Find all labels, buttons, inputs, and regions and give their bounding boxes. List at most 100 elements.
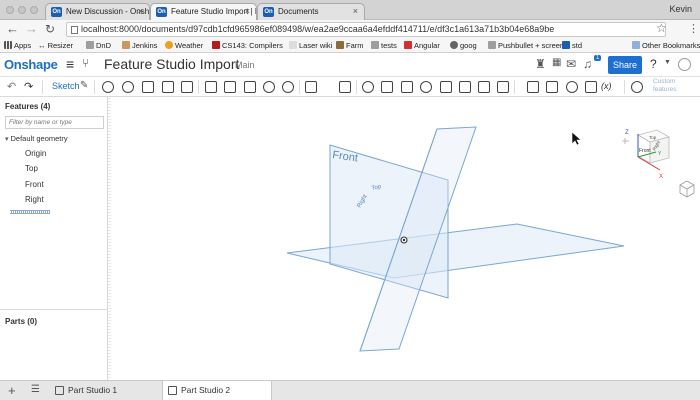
help-icon[interactable]: ? <box>650 57 657 71</box>
view-mode-icon[interactable] <box>679 180 695 198</box>
bookmark-tests[interactable]: tests <box>371 41 397 50</box>
close-tab-icon[interactable]: × <box>138 6 143 16</box>
feature-item-origin[interactable]: Origin <box>25 149 46 158</box>
app-store-icon[interactable]: ▦ <box>552 57 561 68</box>
rib-icon[interactable] <box>263 81 275 93</box>
tab-list-icon[interactable]: ☰ <box>31 384 40 395</box>
close-tab-icon[interactable]: × <box>353 6 358 16</box>
rollback-bar[interactable] <box>10 210 50 214</box>
fx-variable-button[interactable]: (x) <box>601 81 612 91</box>
mate-connector-icon[interactable] <box>546 81 558 93</box>
youtube-icon <box>404 41 412 49</box>
bookmark-resizer[interactable]: ↔ Resizer <box>38 41 73 50</box>
browser-tab[interactable]: On Documents × <box>257 3 365 20</box>
revolve-icon[interactable] <box>122 81 134 93</box>
undo-icon[interactable]: ↶ <box>7 80 16 93</box>
view-cube[interactable]: Top Front Right X Y Z <box>622 129 671 180</box>
pencil-icon[interactable]: ✎ <box>80 80 88 91</box>
comments-icon[interactable]: ✉ <box>566 57 576 71</box>
url-input[interactable]: localhost:8000/documents/d97cdb1cfd96598… <box>66 22 666 37</box>
helix-icon[interactable] <box>566 81 578 93</box>
loft-icon[interactable] <box>162 81 174 93</box>
x-axis-label: X <box>659 174 663 180</box>
default-geometry-group[interactable]: ▾ Default geometry <box>5 134 68 143</box>
view-rotate-arrow-icon[interactable] <box>622 138 629 144</box>
user-avatar-icon[interactable] <box>678 58 691 71</box>
onshape-logo[interactable]: Onshape <box>4 57 58 72</box>
bookmark-farm[interactable]: Farm <box>336 41 364 50</box>
boolean-icon[interactable] <box>362 81 374 93</box>
notifications-bell-icon[interactable]: ♫ <box>583 57 592 71</box>
bookmark-cs143[interactable]: CS143: Compilers <box>212 41 283 50</box>
bookmark-laser-wiki[interactable]: Laser wiki <box>289 41 332 50</box>
move-face-icon[interactable] <box>459 81 471 93</box>
browser-menu-icon[interactable]: ⋮ <box>688 22 699 35</box>
forward-arrow-icon[interactable]: → <box>25 21 38 37</box>
viewcube-front-label: Front <box>639 148 651 154</box>
bookmark-dnd[interactable]: DnD <box>86 41 111 50</box>
tab-part-studio-2[interactable]: Part Studio 2 <box>162 381 272 400</box>
bookmark-pushbullet[interactable]: Pushbullet + screen <box>488 41 564 50</box>
close-tab-icon[interactable]: × <box>245 6 250 16</box>
draft-icon[interactable] <box>244 81 256 93</box>
toolbar-divider <box>198 80 199 94</box>
minimize-window-button[interactable] <box>18 6 26 14</box>
bookmark-weather[interactable]: Weather <box>165 41 203 50</box>
custom-features-label[interactable]: Custom features <box>653 78 693 94</box>
modify-fillet-icon[interactable] <box>440 81 452 93</box>
chamfer-icon[interactable] <box>224 81 236 93</box>
browser-tab-active[interactable]: On Feature Studio Import | Pa × <box>150 3 257 21</box>
zoom-window-button[interactable] <box>30 6 38 14</box>
plane-icon[interactable] <box>527 81 539 93</box>
feature-filter-input[interactable] <box>5 116 104 129</box>
feature-list-panel: Features (4) ▾Default geometry Origin To… <box>0 97 108 380</box>
bookmark-other[interactable]: Other Bookmarks <box>632 41 700 50</box>
replace-face-icon[interactable] <box>478 81 490 93</box>
close-window-button[interactable] <box>6 6 14 14</box>
graphics-viewport[interactable]: Front Top Right Top Front Right X Y Z <box>111 97 700 380</box>
bookmark-std[interactable]: std <box>562 41 582 50</box>
browser-tab[interactable]: On New Discussion - Onshape × <box>45 3 150 20</box>
transform-icon[interactable] <box>401 81 413 93</box>
bookmark-apps[interactable]: Apps <box>4 41 31 50</box>
farm-icon <box>336 41 344 49</box>
thicken-icon[interactable] <box>181 81 193 93</box>
share-button[interactable]: Share <box>608 56 642 74</box>
pattern-icon[interactable] <box>305 81 317 93</box>
sketch-button[interactable]: Sketch <box>52 81 80 91</box>
add-tab-icon[interactable]: + <box>8 383 16 398</box>
offset-surface-icon[interactable] <box>497 81 509 93</box>
feature-item-top[interactable]: Top <box>25 164 38 173</box>
custom-feature-icon[interactable] <box>631 81 643 93</box>
chevron-down-icon[interactable]: ▼ <box>664 59 671 66</box>
viewport-canvas[interactable]: Front Top Right Top Front Right X Y Z <box>111 97 700 380</box>
bookmark-goog[interactable]: goog <box>450 41 477 50</box>
parts-divider[interactable] <box>0 309 108 310</box>
fillet-icon[interactable] <box>205 81 217 93</box>
variable-icon[interactable] <box>585 81 597 93</box>
bookmark-angular[interactable]: Angular <box>404 41 440 50</box>
reload-icon[interactable]: ↻ <box>45 21 55 37</box>
bookmark-jenkins[interactable]: Jenkins <box>122 41 157 50</box>
bookmark-label: Laser wiki <box>299 41 333 50</box>
document-menu-icon[interactable]: ≡ <box>66 56 74 72</box>
browser-user-name[interactable]: Kevin <box>669 4 692 14</box>
bookmark-star-icon[interactable]: ☆ <box>656 21 667 35</box>
document-title[interactable]: Feature Studio Import <box>104 56 239 72</box>
redo-icon[interactable]: ↷ <box>24 80 33 93</box>
delete-part-icon[interactable] <box>420 81 432 93</box>
release-icon[interactable]: ♜ <box>535 57 546 71</box>
viewcube-top-label: Top <box>649 135 657 140</box>
shell-icon[interactable] <box>282 81 294 93</box>
tab-part-studio-1[interactable]: Part Studio 1 <box>50 381 162 400</box>
extrude-icon[interactable] <box>102 81 114 93</box>
feature-item-front[interactable]: Front <box>25 180 44 189</box>
chevron-down-icon[interactable]: ▾ <box>5 136 9 143</box>
sweep-icon[interactable] <box>142 81 154 93</box>
mirror-icon[interactable] <box>339 81 351 93</box>
feature-item-right[interactable]: Right <box>25 195 44 204</box>
version-graph-icon[interactable]: ⑂ <box>82 56 89 70</box>
split-icon[interactable] <box>381 81 393 93</box>
bookmark-label: Pushbullet + screen <box>498 41 565 50</box>
back-arrow-icon[interactable]: ← <box>6 21 19 37</box>
